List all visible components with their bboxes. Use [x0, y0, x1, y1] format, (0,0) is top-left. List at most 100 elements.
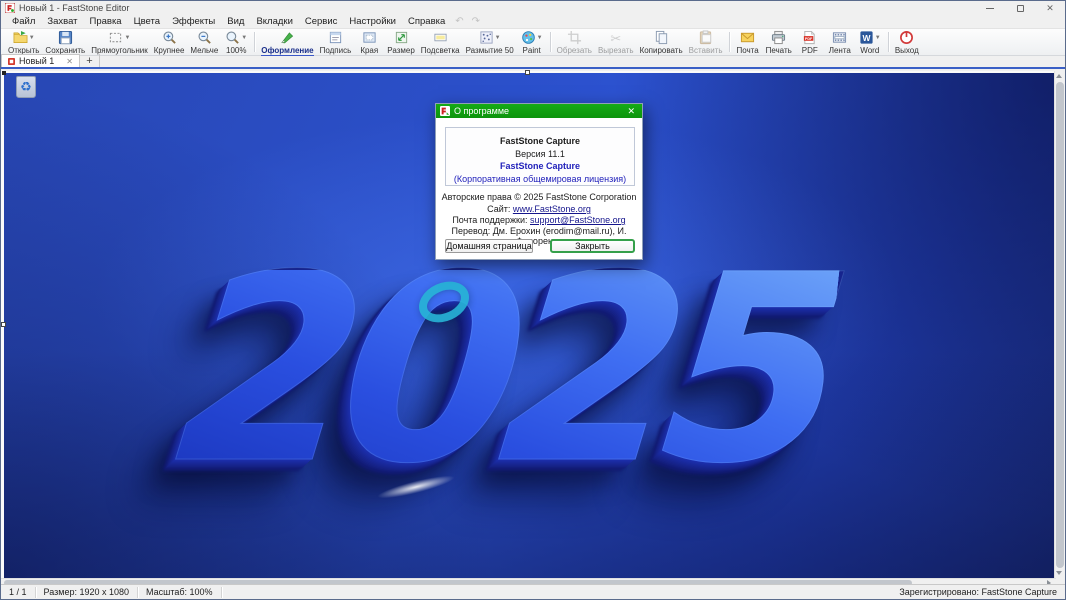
- window-title: Новый 1 - FastStone Editor: [19, 3, 129, 13]
- svg-text:W: W: [862, 33, 870, 43]
- minimize-button[interactable]: [975, 1, 1005, 15]
- registration-status: Зарегистрировано: FastStone Capture: [899, 587, 1065, 597]
- toolbar-button-word[interactable]: W ▼ Word: [855, 29, 885, 55]
- dropdown-arrow-icon[interactable]: ▼: [124, 35, 130, 41]
- toolbar-button-rect-select[interactable]: ▼Прямоугольник: [88, 29, 151, 55]
- dialog-title: О программе: [454, 106, 624, 116]
- app-name: FastStone Capture: [446, 135, 634, 148]
- dialog-app-icon: [440, 106, 450, 116]
- vertical-scrollbar[interactable]: [1054, 71, 1064, 578]
- tab-new-1[interactable]: Новый 1 ✕: [1, 54, 80, 67]
- toolbar-button-label: Paint: [523, 46, 541, 55]
- toolbar-button-label: Вырезать: [598, 46, 634, 55]
- toolbar-button-open-folder[interactable]: ▼Открыть: [5, 29, 42, 55]
- dropdown-arrow-icon[interactable]: ▼: [537, 35, 543, 41]
- toolbar-button-label: PDF: [802, 46, 818, 55]
- dialog-close-icon[interactable]: ✕: [624, 106, 638, 117]
- toolbar-button-copy[interactable]: Копировать: [637, 29, 686, 55]
- menu-item-правка[interactable]: Правка: [84, 15, 128, 28]
- new-tab-button[interactable]: +: [80, 54, 100, 67]
- resize-handle-top-center[interactable]: [525, 70, 530, 75]
- redo-icon: ↷: [468, 16, 484, 27]
- dropdown-arrow-icon[interactable]: ▼: [875, 35, 881, 41]
- license-name: FastStone Capture: [446, 160, 634, 173]
- toolbar-button-label: Почта: [736, 46, 758, 55]
- image-size-indicator: Размер: 1920 x 1080: [36, 587, 138, 598]
- menu-item-эффекты[interactable]: Эффекты: [166, 15, 221, 28]
- status-bar: 1 / 1 Размер: 1920 x 1080 Масштаб: 100% …: [1, 584, 1065, 599]
- site-link[interactable]: www.FastStone.org: [513, 204, 591, 214]
- toolbar-button-label: Крупнее: [154, 46, 185, 55]
- toolbar-button-pdf[interactable]: PDF PDF: [795, 29, 825, 55]
- dropdown-arrow-icon[interactable]: ▼: [29, 35, 35, 41]
- menu-item-файл[interactable]: Файл: [6, 15, 41, 28]
- toolbar-button-paint[interactable]: ▼ Paint: [517, 29, 547, 55]
- toolbar-button-scissors: ✂Вырезать: [595, 29, 637, 55]
- toolbar-button-edge[interactable]: Края: [354, 29, 384, 55]
- menu-bar: ФайлЗахватПравкаЦветаЭффектыВидВкладкиСе…: [1, 15, 1065, 29]
- toolbar-button-zoom-100[interactable]: ▼ 100%: [221, 29, 251, 55]
- about-info-box: FastStone Capture Версия 11.1 FastStone …: [445, 127, 635, 186]
- tab-close-icon[interactable]: ✕: [66, 57, 73, 66]
- toolbar-button-blur[interactable]: ▼ Размытие 50: [463, 29, 517, 55]
- close-button[interactable]: ✕: [1035, 1, 1065, 15]
- toolbar-button-print[interactable]: Печать: [763, 29, 795, 55]
- svg-text:PDF: PDF: [805, 37, 813, 41]
- resize-handle-left-middle[interactable]: [1, 322, 6, 327]
- menu-item-захват[interactable]: Захват: [41, 15, 83, 28]
- toolbar-button-label: Подсветка: [421, 46, 460, 55]
- toolbar-button-paste: Вставить: [686, 29, 726, 55]
- toolbar-button-label: Выход: [895, 46, 919, 55]
- dropdown-arrow-icon[interactable]: ▼: [241, 35, 247, 41]
- toolbar-button-label: Подпись: [320, 46, 352, 55]
- year-2025-art: 2025 2025: [172, 270, 839, 470]
- tab-bar: Новый 1 ✕ +: [1, 56, 1065, 69]
- toolbar-button-exit[interactable]: Выход: [892, 29, 922, 55]
- close-dialog-button[interactable]: Закрыть: [550, 239, 635, 253]
- main-toolbar: ▼ОткрытьСохранить▼ПрямоугольникКрупнее Ме…: [1, 29, 1065, 56]
- menu-item-справка[interactable]: Справка: [402, 15, 451, 28]
- resize-handle-top-left[interactable]: [2, 71, 6, 75]
- license-type: (Корпоративная общемировая лицензия): [446, 173, 634, 186]
- toolbar-button-label: 100%: [226, 46, 246, 55]
- page-indicator: 1 / 1: [1, 587, 36, 598]
- toolbar-button-label: Лента: [829, 46, 851, 55]
- home-page-button[interactable]: Домашняя страница: [445, 239, 533, 253]
- toolbar-button-label: Размытие 50: [466, 46, 514, 55]
- toolbar-button-label: Word: [860, 46, 879, 55]
- toolbar-button-label: Размер: [387, 46, 415, 55]
- dialog-title-bar[interactable]: О программе ✕: [436, 104, 642, 118]
- toolbar-button-mail[interactable]: Почта: [733, 29, 763, 55]
- scroll-up-arrow-icon[interactable]: [1056, 74, 1062, 78]
- menu-item-цвета[interactable]: Цвета: [128, 15, 166, 28]
- toolbar-button-zoom-in[interactable]: Крупнее: [151, 29, 188, 55]
- maximize-button[interactable]: [1005, 1, 1035, 15]
- toolbar-button-caption[interactable]: Подпись: [317, 29, 355, 55]
- toolbar-button-highlight[interactable]: Подсветка: [418, 29, 463, 55]
- zoom-indicator: Масштаб: 100%: [138, 587, 222, 598]
- faststone-logo-icon: [5, 3, 15, 13]
- dropdown-arrow-icon[interactable]: ▼: [495, 35, 501, 41]
- toolbar-separator: [729, 32, 730, 52]
- menu-item-сервис[interactable]: Сервис: [299, 15, 344, 28]
- toolbar-separator: [888, 32, 889, 52]
- toolbar-button-draw[interactable]: Оформление: [258, 29, 316, 55]
- toolbar-separator: [550, 32, 551, 52]
- toolbar-button-label: Обрезать: [557, 46, 592, 55]
- scroll-down-arrow-icon[interactable]: [1056, 571, 1062, 575]
- undo-icon: ↶: [451, 16, 467, 27]
- toolbar-button-ribbon[interactable]: Лента: [825, 29, 855, 55]
- support-link[interactable]: support@FastStone.org: [530, 215, 626, 225]
- menu-item-настройки[interactable]: Настройки: [343, 15, 402, 28]
- toolbar-button-resize[interactable]: Размер: [384, 29, 418, 55]
- recycle-bin-icon: ♻: [13, 76, 39, 103]
- menu-item-вкладки[interactable]: Вкладки: [250, 15, 298, 28]
- support-line: Почта поддержки: support@FastStone.org: [436, 215, 642, 225]
- toolbar-button-save-floppy[interactable]: Сохранить: [42, 29, 88, 55]
- vertical-scrollbar-thumb[interactable]: [1056, 82, 1064, 568]
- toolbar-button-zoom-out[interactable]: Мельче: [187, 29, 221, 55]
- toolbar-button-label: Мельче: [190, 46, 218, 55]
- menu-item-вид[interactable]: Вид: [221, 15, 250, 28]
- about-dialog: О программе ✕ FastStone Capture Версия 1…: [435, 103, 643, 260]
- toolbar-separator: [254, 32, 255, 52]
